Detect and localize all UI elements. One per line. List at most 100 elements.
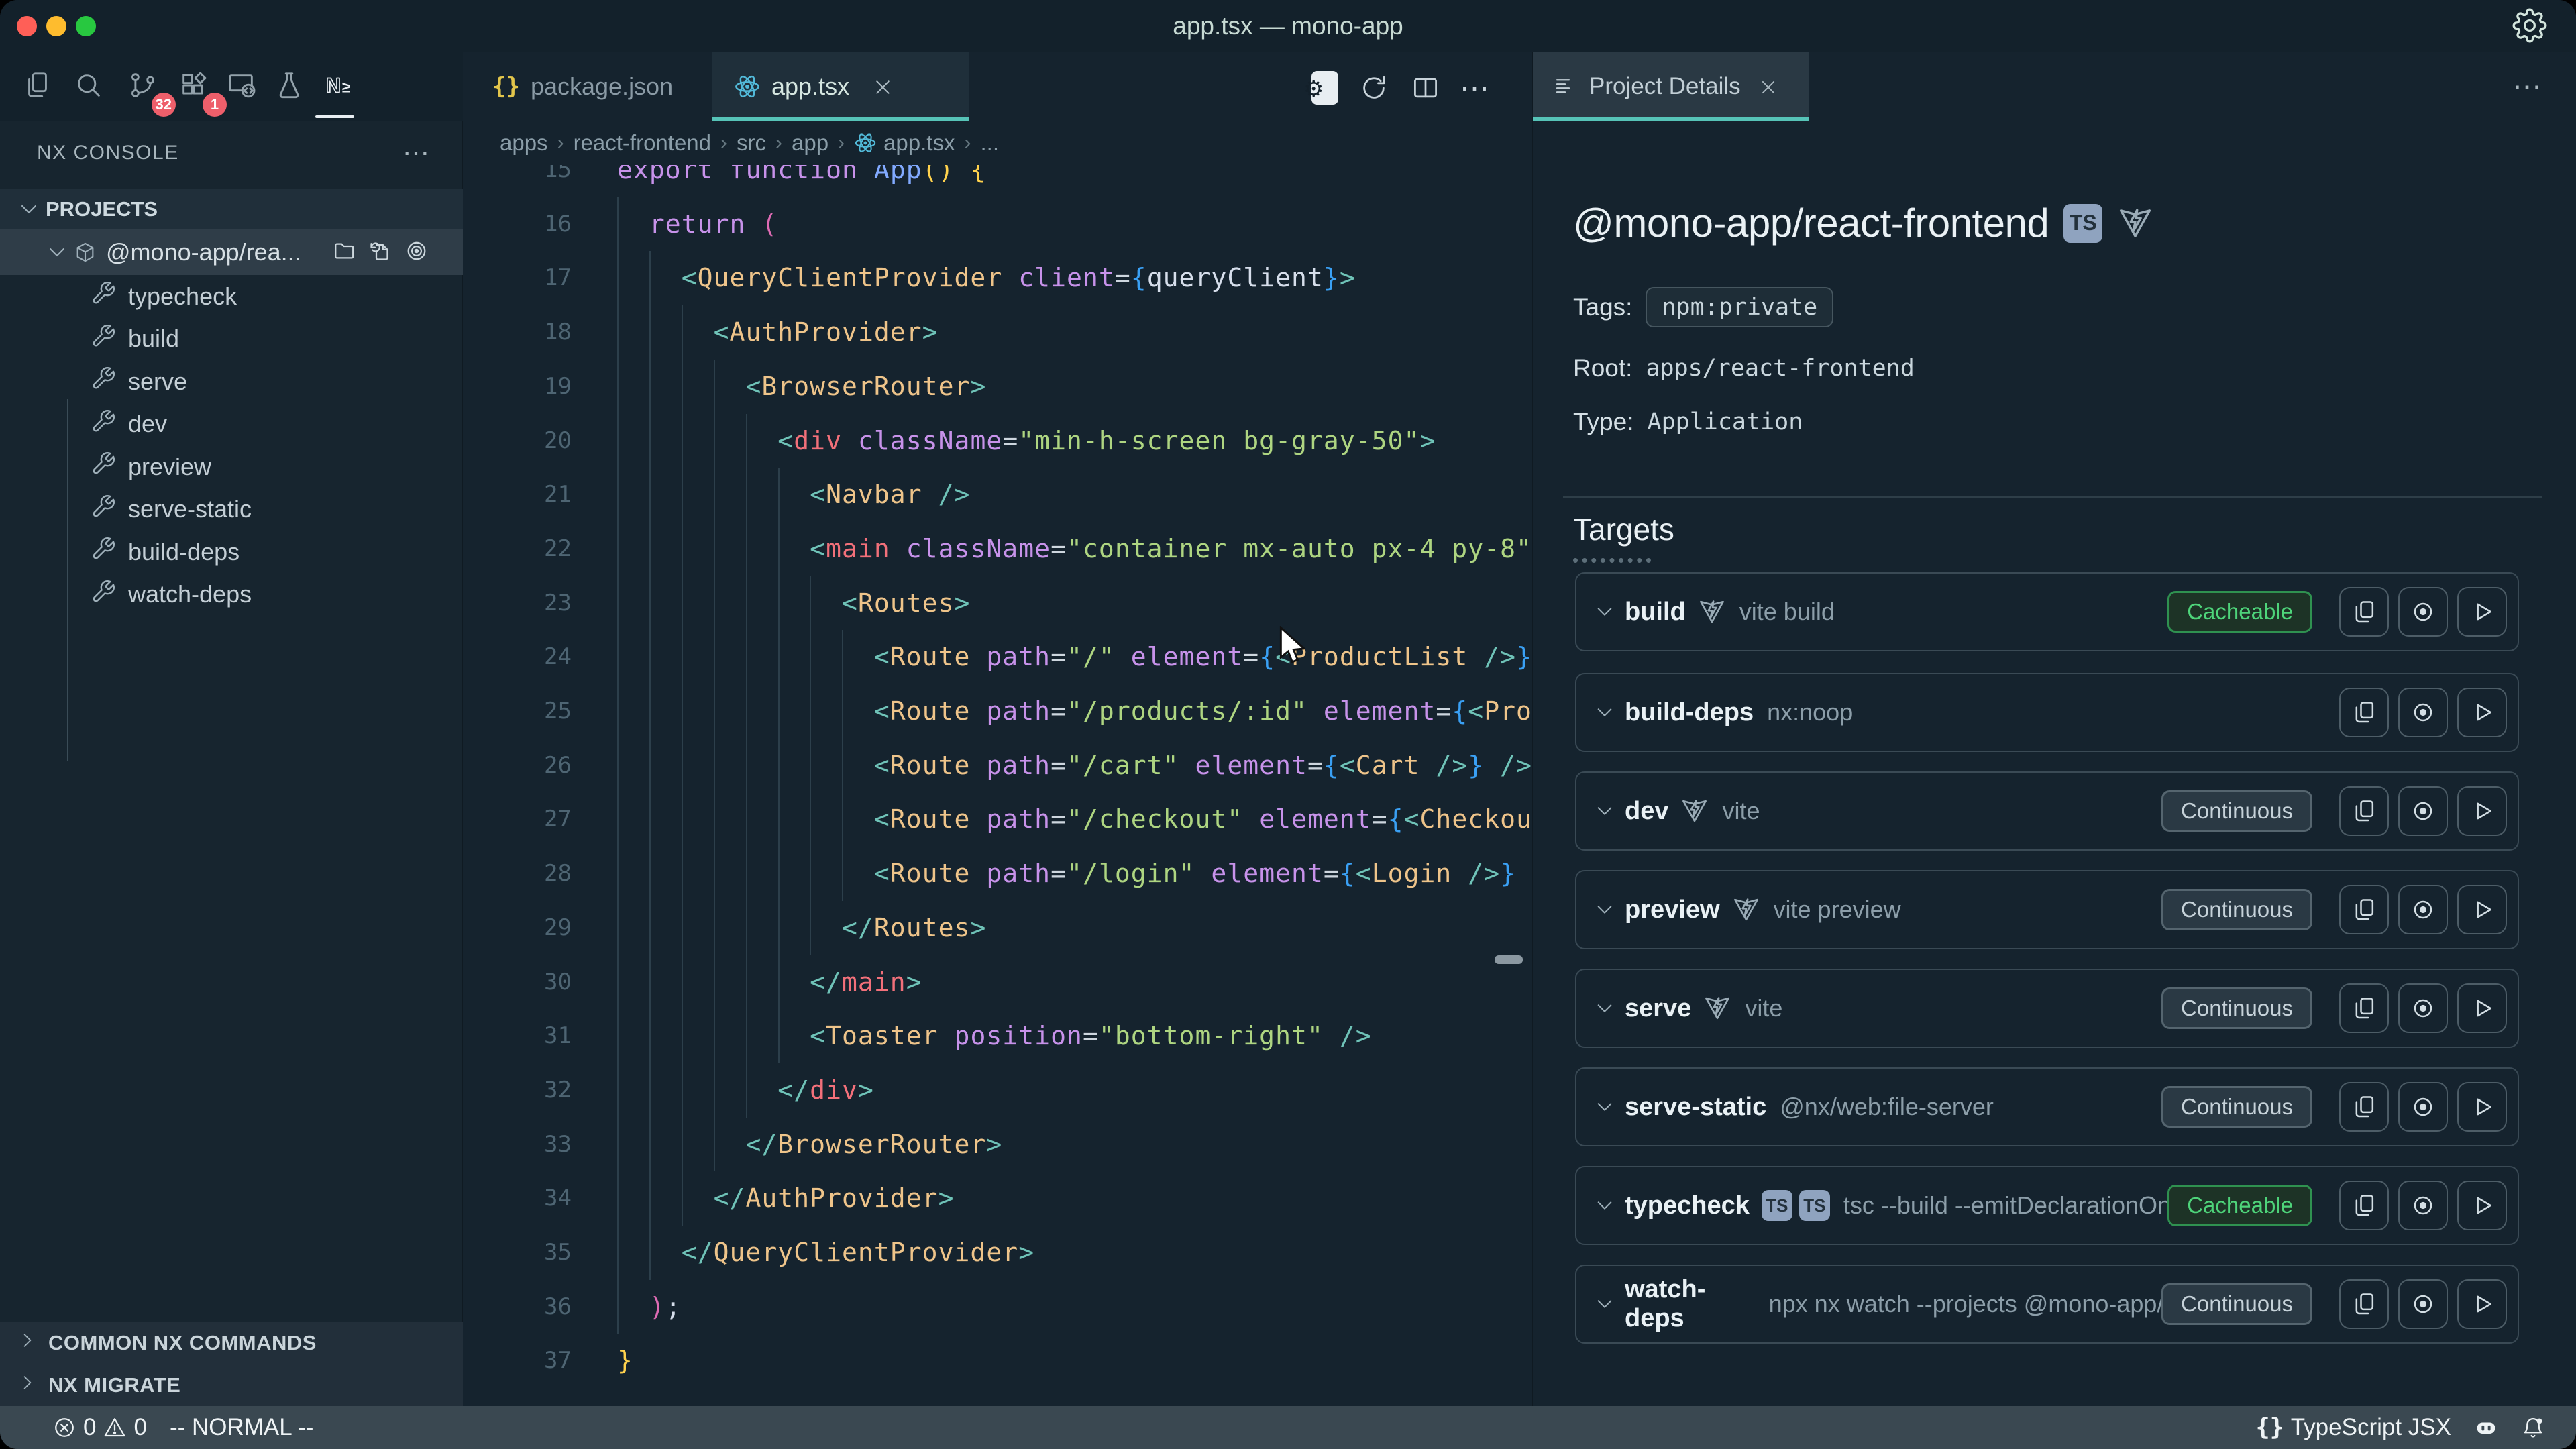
chevron-down-icon[interactable] [1594, 998, 1615, 1019]
run-button[interactable] [2457, 983, 2507, 1033]
code-line[interactable]: export function App() { [617, 165, 1532, 197]
target-icon[interactable] [405, 239, 429, 266]
code-line[interactable]: <Navbar /> [617, 468, 1532, 522]
code-line[interactable]: <QueryClientProvider client={queryClient… [617, 251, 1532, 305]
chevron-down-icon[interactable] [1594, 601, 1615, 623]
chevron-down-icon[interactable] [1594, 800, 1615, 822]
panel-more-actions-icon[interactable]: ⋯ [2512, 70, 2542, 104]
sidebar-more-actions-icon[interactable]: ⋯ [402, 138, 429, 168]
code-line[interactable]: <Route path="/login" element={<Login />}… [617, 847, 1532, 901]
problems-status[interactable]: 0 0 [52, 1414, 147, 1441]
view-button[interactable] [2398, 786, 2448, 836]
run-button[interactable] [2457, 1279, 2507, 1329]
breadcrumb-segment[interactable]: app [792, 130, 828, 156]
breadcrumb-segment[interactable]: react-frontend [574, 130, 711, 156]
code-line[interactable]: <AuthProvider> [617, 305, 1532, 360]
copy-button[interactable] [2339, 786, 2389, 836]
activity-item-nx-console[interactable]: N≥ [318, 64, 362, 109]
section-common-nx-commands[interactable]: COMMON NX COMMANDS [0, 1322, 463, 1364]
code-line[interactable]: <Routes> [617, 576, 1532, 631]
code-line[interactable]: </AuthProvider> [617, 1171, 1532, 1226]
sidebar-item-project[interactable]: @mono-app/rea... [0, 229, 463, 275]
code-line[interactable]: </div> [617, 1063, 1532, 1118]
sidebar-item-dev[interactable]: dev [0, 403, 463, 445]
chevron-down-icon[interactable] [1594, 1096, 1615, 1118]
run-button[interactable] [2457, 688, 2507, 737]
activity-item-files[interactable] [15, 64, 60, 109]
view-button[interactable] [2398, 688, 2448, 737]
code-editor[interactable]: 1516171819202122232425262728293031323334… [463, 165, 1532, 1406]
tab-project-details[interactable]: Project Details [1533, 52, 1809, 121]
breadcrumb-segment[interactable]: apps [500, 130, 548, 156]
code-line[interactable]: ); [617, 1280, 1532, 1334]
sidebar-item-typecheck[interactable]: typecheck [0, 275, 463, 317]
code-line[interactable]: return ( [617, 197, 1532, 252]
code-line[interactable]: </QueryClientProvider> [617, 1226, 1532, 1280]
view-button[interactable] [2398, 983, 2448, 1033]
activity-item-testing[interactable] [267, 64, 311, 109]
copilot-icon[interactable] [2474, 1415, 2498, 1440]
code-line[interactable]: <BrowserRouter> [617, 360, 1532, 414]
copy-button[interactable] [2339, 983, 2389, 1033]
chevron-down-icon[interactable] [1594, 1195, 1615, 1216]
code-line[interactable]: <Route path="/" element={<ProductList />… [617, 630, 1532, 684]
copy-button[interactable] [2339, 1279, 2389, 1329]
copy-button[interactable] [2339, 1181, 2389, 1230]
breadcrumb-segment[interactable]: ... [980, 130, 999, 156]
activity-item-source-control[interactable]: 32 [121, 64, 165, 109]
vim-mode-indicator[interactable]: -- NORMAL -- [170, 1414, 314, 1441]
copy-button[interactable] [2339, 587, 2389, 637]
sidebar-item-serve[interactable]: serve [0, 360, 463, 402]
view-button[interactable] [2398, 1279, 2448, 1329]
more-editor-actions-icon[interactable]: ⋯ [1454, 68, 1495, 108]
projects-section-header[interactable]: PROJECTS [0, 189, 463, 229]
copy-button[interactable] [2339, 688, 2389, 737]
code-line[interactable]: <Route path="/products/:id" element={<Pr… [617, 684, 1532, 739]
section-nx-migrate[interactable]: NX MIGRATE [0, 1364, 463, 1406]
chevron-down-icon[interactable] [1594, 1293, 1615, 1315]
sidebar-item-build-deps[interactable]: build-deps [0, 531, 463, 573]
run-button[interactable] [2457, 1181, 2507, 1230]
language-mode[interactable]: {} TypeScript JSX [2256, 1414, 2451, 1441]
code-line[interactable]: </main> [617, 955, 1532, 1010]
copy-button[interactable] [2339, 885, 2389, 934]
breadcrumb-segment[interactable]: src [737, 130, 766, 156]
activity-item-extensions[interactable]: 1 [172, 64, 216, 109]
view-button[interactable] [2398, 885, 2448, 934]
view-button[interactable] [2398, 1181, 2448, 1230]
tab-package-json[interactable]: {} package.json [471, 52, 706, 121]
notifications-bell-icon[interactable] [2521, 1415, 2545, 1440]
chevron-down-icon[interactable] [1594, 702, 1615, 723]
sidebar-item-build[interactable]: build [0, 318, 463, 360]
folder-icon[interactable] [332, 239, 356, 266]
settings-gear-icon[interactable] [2512, 8, 2547, 43]
view-button[interactable] [2398, 1082, 2448, 1132]
sidebar-item-watch-deps[interactable]: watch-deps [0, 574, 463, 616]
run-button[interactable] [2457, 786, 2507, 836]
close-tab-icon[interactable] [872, 76, 894, 97]
run-button[interactable] [2457, 885, 2507, 934]
breadcrumb-segment[interactable]: app.tsx [883, 130, 955, 156]
view-button[interactable] [2398, 587, 2448, 637]
code-line[interactable]: <main className="container mx-auto px-4 … [617, 522, 1532, 576]
sidebar-item-preview[interactable]: preview [0, 445, 463, 488]
code-line[interactable]: </Routes> [617, 901, 1532, 955]
code-line[interactable]: <Toaster position="bottom-right" /> [617, 1009, 1532, 1063]
split-editor-icon[interactable] [1405, 68, 1446, 108]
refresh-icon[interactable] [1354, 68, 1394, 108]
code-line[interactable]: <Route path="/cart" element={<Cart />} /… [617, 739, 1532, 793]
run-button[interactable] [2457, 1082, 2507, 1132]
code-line[interactable]: <Route path="/checkout" element={<Checko… [617, 792, 1532, 847]
code-line[interactable]: </BrowserRouter> [617, 1118, 1532, 1172]
activity-item-search[interactable] [66, 64, 111, 109]
code-line[interactable]: } [617, 1334, 1532, 1388]
activity-item-remote-explorer[interactable] [219, 64, 264, 109]
copy-button[interactable] [2339, 1082, 2389, 1132]
code-line[interactable]: <div className="min-h-screen bg-gray-50"… [617, 414, 1532, 468]
sidebar-item-serve-static[interactable]: serve-static [0, 488, 463, 531]
run-button[interactable] [2457, 587, 2507, 637]
file-refresh-icon[interactable] [368, 239, 392, 266]
close-panel-icon[interactable] [1758, 76, 1778, 97]
open-editors-action-icon[interactable]: ⚙ [1305, 68, 1345, 108]
tab-app-tsx[interactable]: app.tsx [712, 52, 969, 121]
